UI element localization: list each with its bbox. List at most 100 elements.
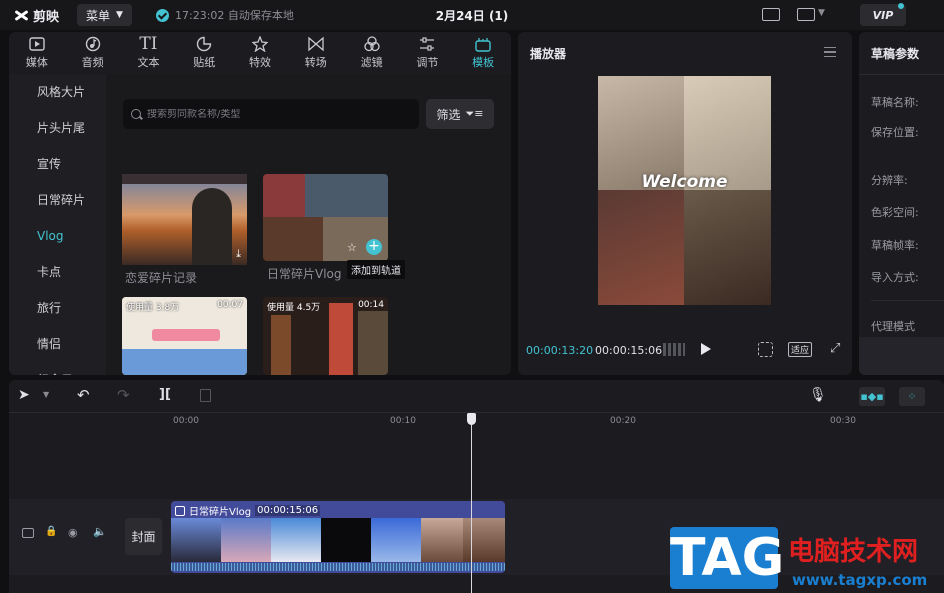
select-cursor-icon[interactable]: ➤	[18, 387, 30, 403]
sidebar-item-style[interactable]: 风格大片	[9, 74, 106, 110]
param-import-mode: 导入方式:	[871, 271, 919, 284]
timeline-ruler[interactable]: 00:00 00:10 00:20 00:30	[171, 416, 944, 432]
sidebar-item-couple[interactable]: 情侣	[9, 326, 106, 362]
clip-frame	[371, 518, 421, 562]
template-card-love[interactable]: ⤓	[122, 174, 247, 265]
playhead-handle[interactable]	[467, 413, 476, 425]
redo-icon[interactable]: ↷	[117, 386, 130, 404]
clip-frame	[221, 518, 271, 562]
app-name: 剪映	[33, 10, 60, 25]
effects-icon	[252, 36, 269, 52]
cursor-chevron-down-icon[interactable]: ▼	[43, 390, 49, 399]
tab-media[interactable]: 媒体	[9, 32, 65, 74]
speaker-icon[interactable]: 🔈	[93, 525, 107, 538]
tab-label: 模板	[472, 56, 495, 69]
tab-effects[interactable]: 特效	[232, 32, 288, 74]
draft-params-panel: 草稿参数 草稿名称: 保存位置: 分辨率: 色彩空间: 草稿帧率: 导入方式: …	[859, 32, 944, 375]
playhead-line[interactable]	[471, 413, 472, 593]
tab-template[interactable]: 模板	[455, 32, 511, 74]
download-icon[interactable]: ⤓	[236, 247, 241, 261]
menu-icon[interactable]	[824, 47, 836, 57]
tab-sticker[interactable]: 贴纸	[176, 32, 232, 74]
tab-label: 特效	[249, 56, 272, 69]
filter-icon	[363, 36, 380, 52]
magnet-toggle-icon[interactable]: ⁘	[899, 387, 925, 406]
tab-label: 滤镜	[360, 56, 383, 69]
app-logo: 剪映	[14, 6, 59, 25]
template-content: 筛选 ⏷≡ ⤓ 恋爱碎片记录 ☆ + 日常碎片Vlog 添加到轨道 使用量 3.…	[106, 74, 511, 375]
layout-icon[interactable]	[797, 8, 815, 21]
ruler-tick: 00:10	[390, 416, 416, 426]
template-card-daily-vlog[interactable]: ☆ +	[263, 174, 388, 261]
add-to-track-button[interactable]: +	[366, 239, 382, 255]
ruler-tick: 00:20	[610, 416, 636, 426]
param-resolution: 分辨率:	[871, 174, 908, 187]
template-card-street[interactable]: 使用量 4.5万 00:14	[263, 297, 388, 375]
template-category-sidebar: 风格大片 片头片尾 宣传 日常碎片 Vlog 卡点 旅行 情侣 纪念日	[9, 74, 106, 375]
ruler-tick: 00:00	[173, 416, 199, 426]
tab-transition[interactable]: 转场	[288, 32, 344, 74]
preview-tile	[598, 190, 684, 305]
title-bar: 剪映 菜单 ▼ 17:23:02 自动保存本地 2月24日 (1) ▼ VIP	[0, 0, 944, 30]
thumb-tile	[122, 349, 247, 375]
audio-waveform	[171, 563, 505, 571]
search-input[interactable]	[147, 108, 407, 120]
preview-tile	[684, 190, 771, 305]
filter-button[interactable]: 筛选 ⏷≡	[426, 99, 494, 129]
layout-chevron-down-icon[interactable]: ▼	[818, 8, 825, 18]
tab-text[interactable]: TI 文本	[121, 32, 177, 74]
microphone-icon[interactable]: 🎙	[809, 387, 827, 403]
notification-dot	[898, 3, 904, 9]
autosave-text: 17:23:02 自动保存本地	[175, 9, 294, 22]
preview-overlay-text: Welcome	[641, 172, 728, 192]
sidebar-item-beat[interactable]: 卡点	[9, 254, 106, 290]
fullscreen-icon[interactable]: ⤢	[830, 341, 840, 356]
fit-ratio-button[interactable]: 适应	[788, 342, 812, 357]
text-icon: TI	[139, 34, 158, 54]
template-label: 日常碎片Vlog	[267, 267, 342, 281]
tab-filter[interactable]: 滤镜	[344, 32, 400, 74]
media-panel: 媒体 音频 TI 文本 贴纸 特效 转场 滤镜 调节 模板 风格大片 片头片尾 …	[9, 32, 511, 375]
divider	[871, 300, 944, 301]
thumb-tile	[271, 315, 291, 375]
sidebar-item-travel[interactable]: 旅行	[9, 290, 106, 326]
lock-icon[interactable]: 🔒	[45, 526, 57, 537]
track-cover-icon[interactable]	[22, 528, 34, 538]
thumb-tile	[358, 311, 388, 375]
params-title: 草稿参数	[871, 47, 920, 61]
keyboard-icon[interactable]	[762, 8, 780, 21]
clip-frame	[171, 518, 221, 562]
search-box[interactable]	[123, 99, 419, 129]
play-icon[interactable]	[701, 343, 711, 355]
sidebar-item-daily[interactable]: 日常碎片	[9, 182, 106, 218]
sidebar-item-anniversary[interactable]: 纪念日	[9, 362, 106, 375]
check-circle-icon	[156, 8, 169, 22]
sidebar-item-promo[interactable]: 宣传	[9, 146, 106, 182]
menu-button[interactable]: 菜单 ▼	[77, 4, 132, 26]
eye-icon[interactable]: ◉	[68, 526, 78, 539]
thumb-tile	[263, 174, 305, 217]
param-frame-rate: 草稿帧率:	[871, 239, 919, 252]
video-preview[interactable]: Welcome	[598, 76, 771, 305]
capcut-logo-icon	[14, 8, 29, 23]
current-time: 00:00:13:20	[526, 344, 594, 357]
favorite-star-icon[interactable]: ☆	[347, 241, 357, 254]
screenshot-icon[interactable]	[758, 342, 773, 357]
link-toggle-icon[interactable]: ▪◆▪	[859, 387, 885, 406]
template-thumbnail-person	[192, 188, 232, 265]
tab-label: 媒体	[25, 56, 48, 69]
cover-button[interactable]: 封面	[125, 518, 162, 555]
sidebar-item-vlog[interactable]: Vlog	[9, 218, 106, 254]
transition-icon	[308, 36, 324, 52]
menu-label: 菜单	[86, 8, 111, 23]
timeline-grid-icon[interactable]	[663, 343, 685, 356]
video-clip[interactable]: 日常碎片Vlog 00:00:15:06	[171, 501, 505, 573]
sidebar-item-intro[interactable]: 片头片尾	[9, 110, 106, 146]
tab-audio[interactable]: 音频	[65, 32, 121, 74]
split-icon[interactable]: ][	[159, 387, 171, 402]
filter-label: 筛选	[436, 107, 461, 122]
template-card-kids[interactable]: 使用量 3.8万 00:07	[122, 297, 247, 375]
delete-icon[interactable]	[200, 389, 211, 402]
undo-icon[interactable]: ↶	[77, 386, 90, 404]
tab-adjust[interactable]: 调节	[399, 32, 455, 74]
